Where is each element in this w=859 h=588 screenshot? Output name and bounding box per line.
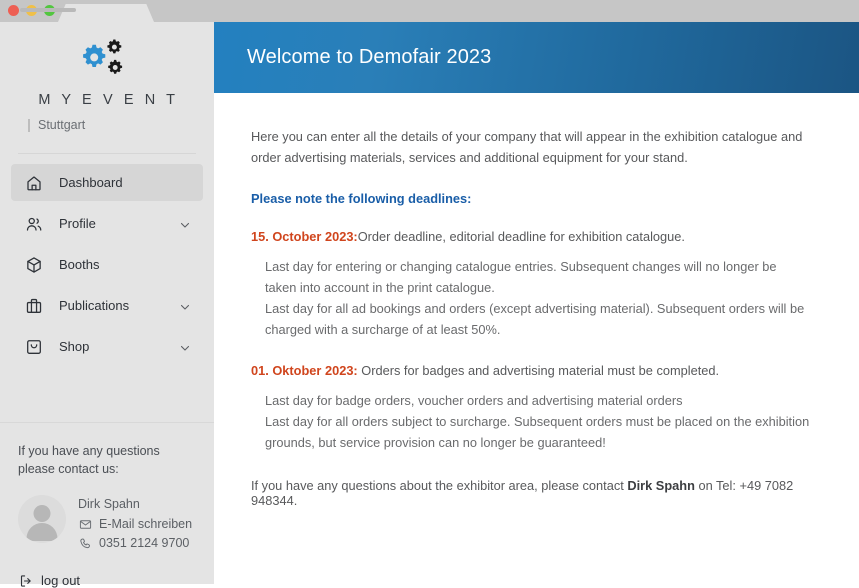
sidebar-divider-top (18, 153, 196, 154)
contact-name: Dirk Spahn (78, 497, 140, 511)
deadlines-heading: Please note the following deadlines: (251, 191, 472, 206)
logout-icon (18, 573, 33, 588)
deadline-2-date: 01. Oktober 2023: (251, 363, 358, 378)
home-icon (25, 174, 43, 192)
page-banner: Welcome to Demofair 2023 (214, 22, 859, 93)
sidebar: M Y E V E N T Stuttgart Dashboard Profil… (0, 22, 214, 588)
sidebar-item-shop[interactable]: Shop (11, 328, 203, 365)
footer-contact-prefix: If you have any questions about the exhi… (251, 478, 628, 493)
brand-accent-bar (28, 118, 30, 132)
close-window-button[interactable] (8, 5, 19, 16)
contact-card: Dirk Spahn E-Mail schreiben 0351 2124 97… (18, 495, 196, 555)
chevron-down-icon[interactable] (179, 218, 191, 230)
avatar-head (33, 505, 51, 522)
briefcase-icon (25, 297, 43, 315)
sidebar-item-label: Publications (59, 298, 130, 313)
sidebar-item-publications[interactable]: Publications (11, 287, 203, 324)
contact-lead-text: If you have any questions please contact… (18, 444, 160, 476)
sidebar-item-profile[interactable]: Profile (11, 205, 203, 242)
sidebar-nav: Dashboard Profile Booths Publications Sh… (0, 164, 214, 365)
avatar (18, 495, 66, 543)
main-content: Welcome to Demofair 2023 Here you can en… (214, 22, 859, 584)
brand-name: M Y E V E N T (38, 92, 179, 108)
deadline-1-details: Last day for entering or changing catalo… (265, 259, 805, 337)
deadline-1-date: 15. October 2023: (251, 229, 358, 244)
sidebar-item-dashboard[interactable]: Dashboard (11, 164, 203, 201)
avatar-body (26, 523, 58, 541)
brand-block: M Y E V E N T Stuttgart (0, 22, 214, 132)
chevron-down-icon[interactable] (179, 300, 191, 312)
gears-icon (83, 39, 123, 74)
contact-phone-label: 0351 2124 9700 (99, 536, 190, 550)
browser-tab[interactable] (58, 4, 154, 22)
contact-email-label: E-Mail schreiben (99, 517, 193, 531)
deadline-2-summary: Orders for badges and advertising materi… (357, 363, 720, 378)
deadline-1-summary: Order deadline, editorial deadline for e… (357, 229, 685, 244)
users-icon (25, 215, 43, 233)
browser-tab-title-placeholder (20, 8, 76, 12)
page-title: Welcome to Demofair 2023 (247, 46, 492, 68)
cube-icon (25, 256, 43, 274)
brand-location: Stuttgart (38, 118, 86, 132)
deadline-2-line: 01. Oktober 2023: Orders for badges and … (251, 363, 831, 378)
footer-contact-name: Dirk Spahn (627, 478, 695, 493)
footer-contact-line: If you have any questions about the exhi… (251, 478, 831, 508)
logout-button[interactable]: log out (18, 573, 214, 588)
shopping-bag-icon (25, 338, 43, 356)
sidebar-item-booths[interactable]: Booths (11, 246, 203, 283)
intro-paragraph: Here you can enter all the details of yo… (251, 129, 803, 165)
contact-email-link[interactable]: E-Mail schreiben (78, 517, 192, 531)
sidebar-item-label: Profile (59, 216, 96, 231)
sidebar-contact-block: If you have any questions please contact… (0, 422, 214, 588)
envelope-icon (78, 517, 92, 531)
contact-phone-link[interactable]: 0351 2124 9700 (78, 536, 192, 550)
chevron-down-icon[interactable] (179, 341, 191, 353)
app-shell: M Y E V E N T Stuttgart Dashboard Profil… (0, 22, 859, 588)
sidebar-item-label: Booths (59, 257, 100, 272)
sidebar-item-label: Dashboard (59, 175, 123, 190)
deadline-2-details: Last day for badge orders, voucher order… (265, 393, 810, 450)
sidebar-item-label: Shop (59, 339, 90, 354)
brand-location-row: Stuttgart (0, 118, 214, 132)
phone-icon (78, 536, 92, 550)
logout-label: log out (41, 573, 81, 588)
content-body: Here you can enter all the details of yo… (214, 93, 859, 508)
deadline-1-line: 15. October 2023:Order deadline, editori… (251, 229, 831, 244)
browser-chrome (0, 0, 859, 22)
